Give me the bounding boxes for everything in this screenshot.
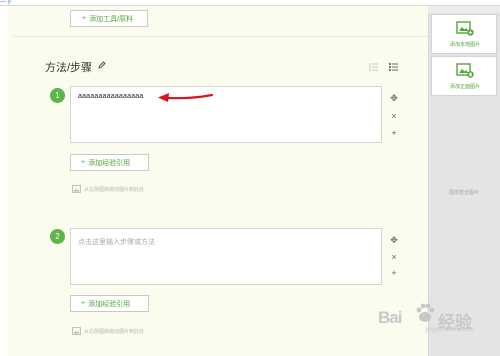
step-2-textarea[interactable]: 点击这里输入步骤或方法 bbox=[70, 228, 382, 285]
editor-page: 一下 + 添加工具/原料 方法/步骤 1 aaaaaaaaaaaaaaaa ✥ … bbox=[0, 0, 500, 356]
drag-hint-text: 从右侧图库拖动图片到此处 bbox=[84, 186, 145, 193]
add-front-image-button[interactable]: 添加正面图片 bbox=[431, 56, 497, 96]
step-2-placeholder: 点击这里输入步骤或方法 bbox=[78, 239, 155, 246]
add-experience-label: 添加经验引用 bbox=[88, 159, 131, 167]
add-experience-label: 添加经验引用 bbox=[88, 300, 131, 308]
drag-hint-text: 从右侧图库拖动图片到此处 bbox=[84, 328, 145, 335]
watermark-url: jingyan.baidu.com bbox=[426, 327, 475, 333]
delete-icon[interactable]: × bbox=[389, 252, 399, 262]
section-title: 方法/步骤 bbox=[45, 62, 93, 74]
baidu-watermark: Bai 经验 jingyan.baidu.com bbox=[378, 300, 488, 340]
image-icon bbox=[72, 185, 81, 193]
add-experience-button-2[interactable]: + 添加经验引用 bbox=[70, 295, 149, 312]
section-divider bbox=[13, 36, 428, 37]
plus-icon: + bbox=[81, 159, 86, 166]
add-tool-button[interactable]: + 添加工具/原料 bbox=[70, 10, 148, 27]
image-icon bbox=[72, 327, 81, 335]
add-step-icon[interactable]: + bbox=[389, 128, 399, 138]
plus-icon: + bbox=[82, 15, 87, 22]
ordered-list-icon[interactable] bbox=[369, 59, 379, 71]
left-gutter bbox=[0, 6, 8, 356]
drag-hint-2: 从右侧图库拖动图片到此处 bbox=[72, 326, 144, 336]
add-tool-label: 添加工具/原料 bbox=[89, 15, 134, 23]
mobile-image-icon bbox=[456, 63, 474, 78]
step-number-1: 1 bbox=[50, 88, 65, 103]
add-image-icon bbox=[456, 21, 474, 36]
add-experience-button-1[interactable]: + 添加经验引用 bbox=[70, 154, 149, 171]
watermark-brand: Bai bbox=[378, 308, 402, 327]
add-local-image-button[interactable]: 添加本地图片 bbox=[431, 14, 497, 54]
move-icon[interactable]: ✥ bbox=[389, 235, 399, 245]
step-1-textarea[interactable]: aaaaaaaaaaaaaaaa bbox=[70, 86, 382, 143]
add-step-icon[interactable]: + bbox=[389, 268, 399, 278]
red-arrow-annotation bbox=[158, 93, 214, 102]
step-number-2: 2 bbox=[50, 229, 65, 244]
drag-hint-1: 从右侧图库拖动图片到此处 bbox=[72, 184, 144, 194]
add-front-image-label: 添加正面图片 bbox=[449, 84, 480, 90]
list-icon[interactable] bbox=[388, 59, 399, 72]
paw-icon bbox=[416, 303, 435, 322]
library-empty-note: 图库暂无图片 bbox=[448, 190, 479, 196]
plus-icon: + bbox=[81, 300, 86, 307]
delete-icon[interactable]: × bbox=[389, 111, 399, 121]
move-icon[interactable]: ✥ bbox=[389, 93, 399, 103]
step-1-text: aaaaaaaaaaaaaaaa bbox=[78, 93, 144, 100]
add-local-image-label: 添加本地图片 bbox=[449, 42, 480, 48]
pencil-icon[interactable] bbox=[98, 61, 106, 69]
